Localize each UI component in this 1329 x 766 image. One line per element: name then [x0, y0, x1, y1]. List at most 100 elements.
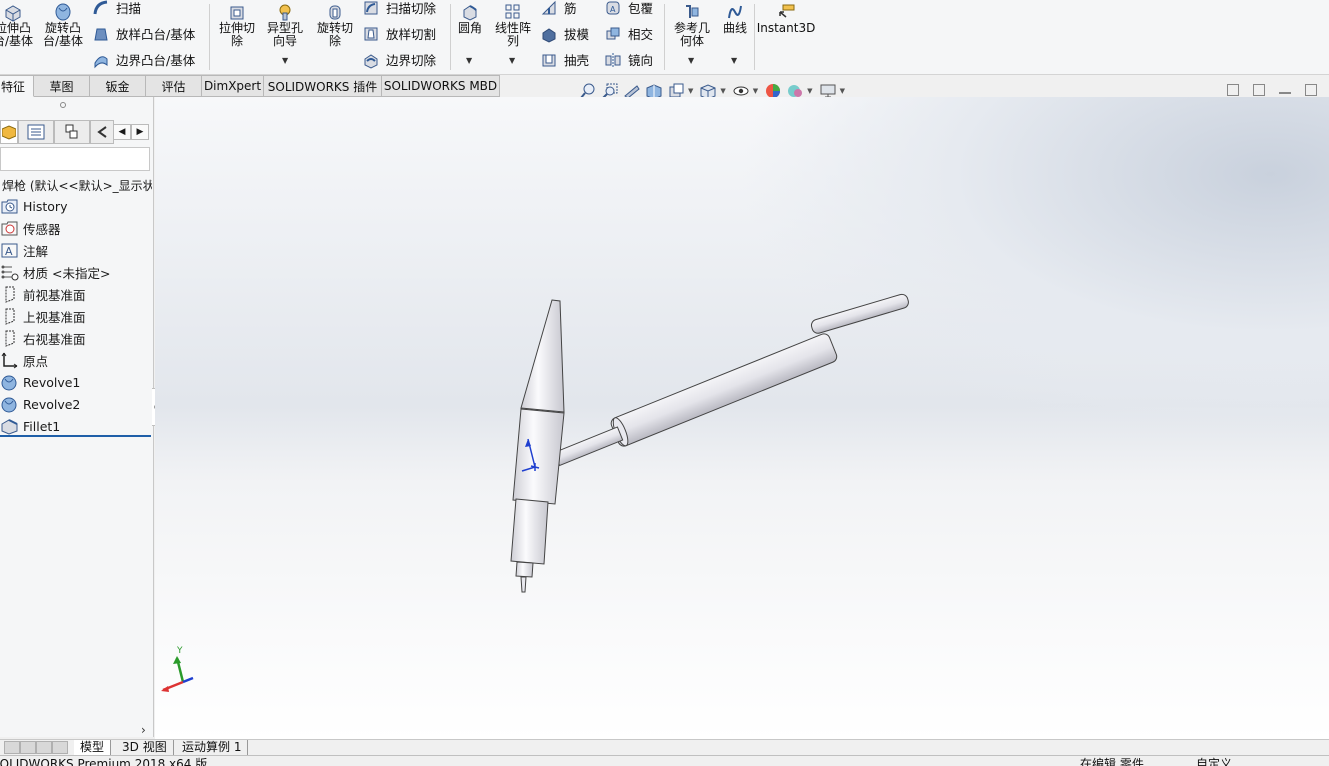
draft-button[interactable]: 拔模	[540, 24, 589, 43]
rib-label: 筋	[564, 1, 577, 16]
tab-sketch[interactable]: 草图	[34, 75, 90, 97]
status-units[interactable]: 自定义	[1196, 757, 1232, 766]
property-manager-tab[interactable]	[18, 120, 54, 144]
tab-solidworks-mbd[interactable]: SOLIDWORKS MBD	[382, 75, 500, 97]
revolve-cut-label: 旋转切 除	[316, 21, 353, 48]
scroll-left-icon[interactable]: ◀	[113, 124, 131, 140]
tree-item-right-plane[interactable]: 右视基准面	[0, 327, 86, 349]
model-canvas[interactable]: Y X	[155, 97, 1329, 740]
dimxpert-manager-tab[interactable]	[90, 120, 114, 144]
fillet-button[interactable]: 圆角	[450, 2, 490, 35]
tree-item-label: 材质 <未指定>	[23, 265, 111, 281]
reference-geometry-button[interactable]: 参考几 何体	[668, 2, 716, 48]
feature-manager-panel: ◀ ▶ 焊枪 (默认<<默认>_显示状 History 传感器 A 注解 材质 …	[0, 97, 154, 737]
tab-sheet-metal[interactable]: 钣金	[90, 75, 146, 97]
tree-item-top-plane[interactable]: 上视基准面	[0, 305, 86, 327]
tile-left-icon[interactable]	[1227, 84, 1239, 96]
pattern-dropdown-icon[interactable]: ▼	[509, 56, 515, 65]
status-product: SOLIDWORKS Premium 2018 x64 版	[0, 757, 208, 766]
configuration-manager-tab[interactable]	[54, 120, 90, 144]
lofted-cut-button[interactable]: 放样切割	[362, 24, 436, 43]
triad-y-label: Y	[176, 646, 183, 656]
tree-item-material[interactable]: 材质 <未指定>	[0, 261, 110, 283]
annotations-folder-icon: A	[1, 243, 18, 258]
restore-icon[interactable]	[1305, 84, 1317, 96]
dimxpert-manager-icon	[97, 126, 107, 138]
mirror-button[interactable]: 镜向	[604, 50, 653, 69]
extrude-cut-icon	[230, 6, 244, 20]
display-style-dropdown-icon[interactable]: ▼	[720, 87, 725, 95]
tree-item-history[interactable]: History	[0, 195, 67, 217]
tree-item-revolve2[interactable]: Revolve2	[0, 393, 80, 415]
tab-model[interactable]: 模型	[74, 740, 112, 756]
last-tab-icon[interactable]	[52, 741, 68, 754]
scroll-right-icon[interactable]: ▶	[131, 124, 149, 140]
loft-boss-button[interactable]: 放样凸台/基体	[92, 24, 195, 43]
tree-scroll-right-icon[interactable]: ›	[141, 723, 146, 737]
revolve-feature-icon	[1, 397, 17, 412]
panel-grip-icon[interactable]	[60, 102, 66, 108]
tab-3d-views[interactable]: 3D 视图	[116, 740, 174, 756]
hide-show-dropdown-icon[interactable]: ▼	[753, 87, 758, 95]
tile-right-icon[interactable]	[1253, 84, 1265, 96]
tree-item-annotations[interactable]: A 注解	[0, 239, 48, 261]
next-tab-icon[interactable]	[36, 741, 52, 754]
tab-evaluate[interactable]: 评估	[146, 75, 202, 97]
feature-manager-tab[interactable]	[0, 120, 18, 144]
rib-button[interactable]: 筋	[540, 0, 577, 17]
minimize-icon[interactable]	[1279, 92, 1291, 94]
status-editing: 在编辑 零件	[1080, 757, 1144, 766]
tree-item-label: 注解	[23, 243, 49, 259]
tree-item-revolve1[interactable]: Revolve1	[0, 371, 80, 393]
tree-item-origin[interactable]: 原点	[0, 349, 48, 371]
extrude-cut-button[interactable]: 拉伸切 除	[214, 2, 260, 48]
shell-button[interactable]: 抽壳	[540, 50, 589, 69]
hole-wizard-icon	[279, 4, 291, 21]
tree-item-front-plane[interactable]: 前视基准面	[0, 283, 86, 305]
tree-filter-input[interactable]	[0, 147, 150, 171]
hole-wizard-button[interactable]: 异型孔 向导	[262, 2, 308, 48]
boundary-boss-button[interactable]: 边界凸台/基体	[92, 50, 195, 69]
prev-tab-icon[interactable]	[20, 741, 36, 754]
welding-torch-model[interactable]	[510, 293, 910, 593]
reference-geometry-dropdown-icon[interactable]: ▼	[688, 56, 694, 65]
linear-pattern-button[interactable]: 线性阵 列	[490, 2, 536, 48]
lofted-cut-icon	[364, 27, 378, 40]
hole-wizard-dropdown-icon[interactable]: ▼	[282, 56, 288, 65]
instant3d-button[interactable]: Instant3D	[757, 2, 815, 35]
rollback-bar[interactable]	[0, 435, 151, 437]
revolve-boss-button[interactable]: 旋转凸 台/基体	[40, 2, 86, 48]
tree-item-fillet1[interactable]: Fillet1	[0, 415, 60, 437]
extrude-boss-button[interactable]: 拉伸凸 台/基体	[0, 2, 36, 48]
fillet-dropdown-icon[interactable]: ▼	[466, 56, 472, 65]
status-bar: SOLIDWORKS Premium 2018 x64 版 在编辑 零件 自定义	[0, 755, 1329, 766]
tree-item-sensors[interactable]: 传感器	[0, 217, 61, 239]
revolve-feature-icon	[1, 375, 17, 390]
boundary-cut-button[interactable]: 边界切除	[362, 50, 436, 69]
instant3d-icon	[779, 4, 795, 18]
intersect-button[interactable]: 相交	[604, 24, 653, 43]
wrap-icon: A	[606, 1, 620, 14]
tab-features[interactable]: 特征	[0, 75, 34, 97]
boundary-cut-label: 边界切除	[386, 53, 437, 68]
tab-motion-study-1[interactable]: 运动算例 1	[176, 740, 249, 756]
tab-dimxpert[interactable]: DimXpert	[202, 75, 264, 97]
revolve-cut-button[interactable]: 旋转切 除	[312, 2, 358, 48]
plane-icon	[5, 330, 15, 347]
fillet-label: 圆角	[457, 21, 482, 35]
view-orientation-dropdown-icon[interactable]: ▼	[688, 87, 693, 95]
fillet-feature-icon	[1, 418, 18, 435]
first-tab-icon[interactable]	[4, 741, 20, 754]
view-settings-dropdown-icon[interactable]: ▼	[840, 87, 845, 95]
curves-dropdown-icon[interactable]: ▼	[731, 56, 737, 65]
wrap-button[interactable]: A 包覆	[604, 0, 653, 17]
tree-root-part[interactable]: 焊枪 (默认<<默认>_显示状	[2, 177, 152, 194]
tab-solidworks-addins[interactable]: SOLIDWORKS 插件	[264, 75, 382, 97]
scene-dropdown-icon[interactable]: ▼	[807, 87, 812, 95]
swept-cut-button[interactable]: 扫描切除	[362, 0, 436, 17]
curves-label: 曲线	[722, 21, 747, 35]
graphics-area[interactable]: Y X	[155, 97, 1329, 740]
draft-icon	[542, 27, 556, 43]
curves-button[interactable]: 曲线	[718, 2, 752, 35]
sweep-button[interactable]: 扫描	[92, 0, 141, 17]
